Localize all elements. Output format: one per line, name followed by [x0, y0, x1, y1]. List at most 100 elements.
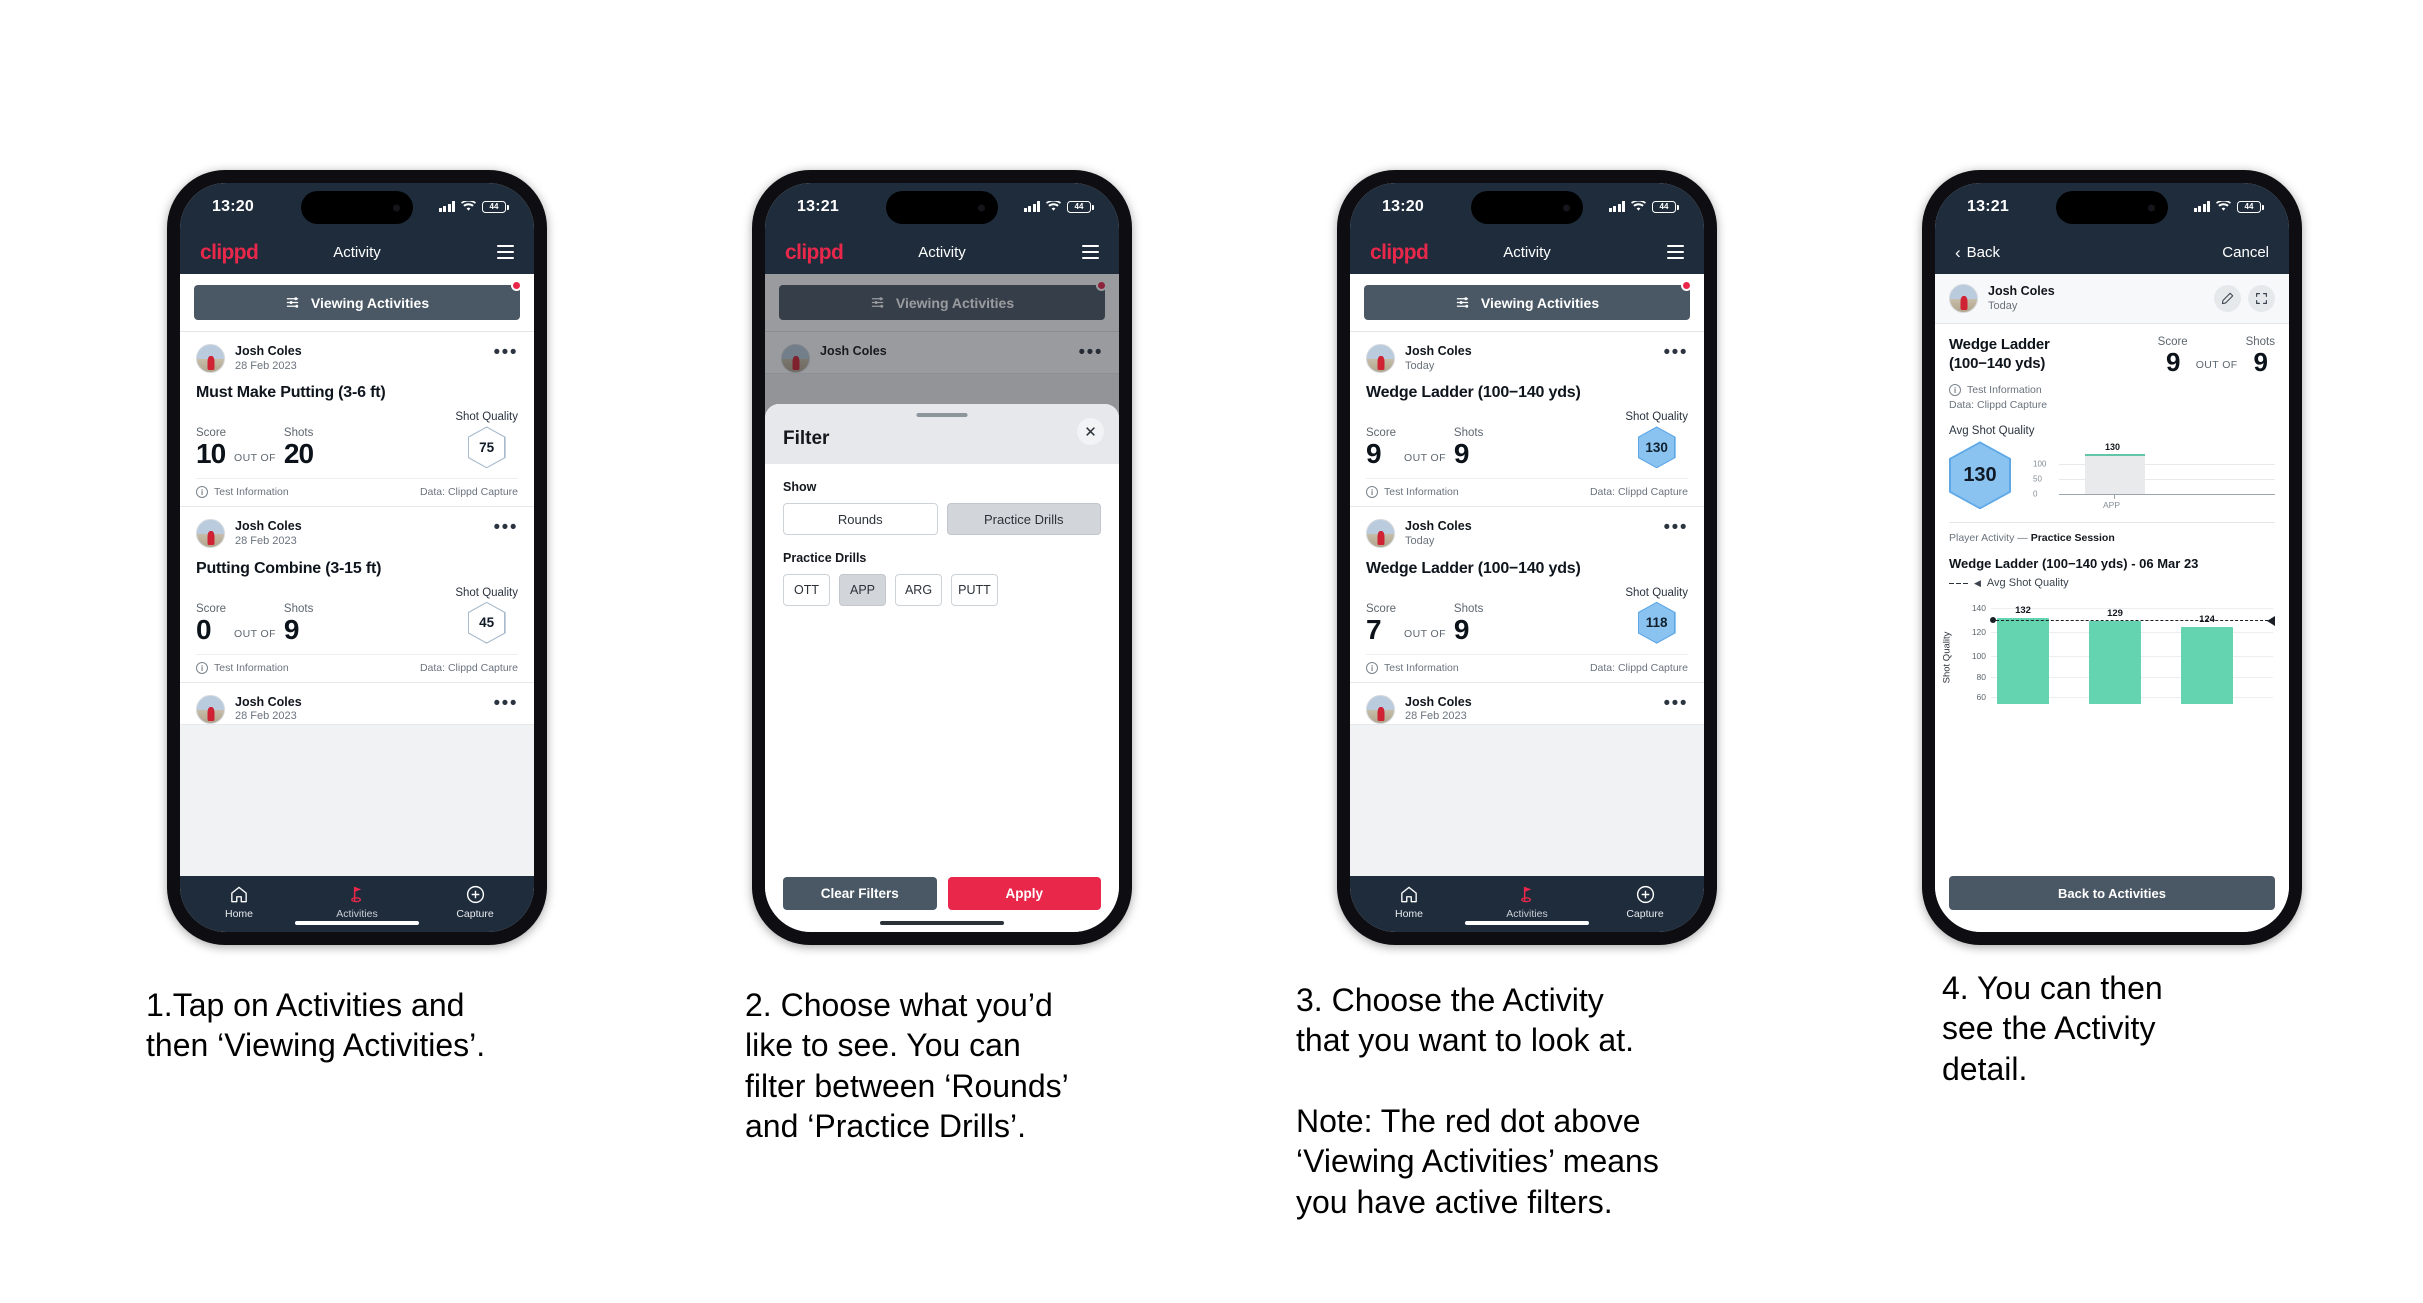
sheet-grabber[interactable] — [916, 413, 968, 417]
show-label: Show — [783, 480, 817, 494]
tab-home[interactable]: Home — [1350, 885, 1468, 920]
score-value: 7 — [1366, 613, 1382, 645]
wifi-icon — [1631, 201, 1646, 212]
card-header: Josh Coles 28 Feb 2023 ••• — [196, 518, 518, 549]
home-icon — [1400, 885, 1418, 905]
status-bar: 13:20 44 — [1350, 183, 1704, 230]
active-filter-dot — [511, 280, 522, 291]
activity-card[interactable]: Josh Coles Today ••• Wedge Ladder (100−1… — [1350, 507, 1704, 683]
shot-quality-hexagon: 130 — [1637, 426, 1676, 469]
tab-capture[interactable]: Capture — [416, 885, 534, 920]
test-information[interactable]: i Test Information — [1366, 486, 1459, 499]
avg-shot-quality-label: Avg Shot Quality — [1949, 425, 2035, 438]
status-bar: 13:21 44 — [765, 183, 1119, 230]
pencil-icon[interactable] — [2214, 285, 2241, 313]
test-information[interactable]: i Test Information — [1949, 384, 2275, 397]
menu-icon[interactable] — [497, 245, 514, 259]
activity-card[interactable]: Josh Coles Today ••• Wedge Ladder (100−1… — [1350, 332, 1704, 508]
menu-icon[interactable] — [1667, 245, 1684, 259]
tab-activities[interactable]: Activities — [1468, 885, 1586, 920]
activity-card[interactable]: Josh Coles 28 Feb 2023 ••• Putting Combi… — [180, 507, 534, 683]
card-options-icon[interactable]: ••• — [494, 518, 518, 538]
user-name: Josh Coles — [235, 344, 302, 358]
card-options-icon[interactable]: ••• — [1664, 518, 1688, 538]
test-information[interactable]: i Test Information — [196, 661, 289, 674]
detail-nav-bar: ‹ Back Cancel — [1935, 230, 2289, 274]
clear-filters-button[interactable]: Clear Filters — [783, 877, 937, 910]
player-activity-prefix: Player Activity — — [1949, 532, 2031, 545]
user-name: Josh Coles — [235, 519, 302, 534]
chart-legend: ◀ Avg Shot Quality — [1949, 577, 2275, 589]
expand-icon[interactable] — [2248, 285, 2275, 313]
dynamic-island — [301, 191, 413, 224]
detail-title: Wedge Ladder (100−140 yds) — [1949, 336, 2050, 373]
cancel-button[interactable]: Cancel — [2222, 244, 2269, 261]
back-button[interactable]: ‹ Back — [1955, 244, 2000, 261]
activity-card[interactable]: Josh Coles 28 Feb 2023 ••• — [180, 682, 534, 726]
status-indicators: 44 — [1023, 200, 1094, 213]
detail-summary-row: Wedge Ladder (100−140 yds) Score 9 OUT O… — [1949, 336, 2275, 375]
menu-icon[interactable] — [1082, 245, 1099, 259]
clippd-logo: clippd — [200, 240, 259, 264]
filter-option-putt[interactable]: PUTT — [951, 574, 998, 606]
wifi-icon — [2216, 201, 2231, 212]
close-icon[interactable]: ✕ — [1077, 418, 1104, 445]
out-of-label: OUT OF — [234, 627, 276, 640]
clippd-logo: clippd — [785, 240, 844, 264]
tab-capture-label: Capture — [456, 907, 494, 920]
filter-option-rounds[interactable]: Rounds — [783, 503, 938, 535]
status-time: 13:20 — [1382, 197, 1424, 215]
shots-value: 9 — [283, 613, 300, 645]
activity-title: Wedge Ladder (100−140 yds) — [1366, 559, 1581, 577]
test-information[interactable]: i Test Information — [196, 486, 289, 499]
activity-card[interactable]: Josh Coles 28 Feb 2023 ••• — [1350, 682, 1704, 726]
card-user: Josh Coles Today — [1405, 519, 1472, 548]
avg-line-start-dot — [1990, 617, 1996, 624]
test-information[interactable]: i Test Information — [1366, 661, 1459, 674]
card-user: Josh Coles 28 Feb 2023 — [1405, 695, 1472, 724]
tab-home[interactable]: Home — [180, 885, 298, 920]
tab-capture-label: Capture — [1626, 907, 1664, 920]
y-tick-120: 120 — [1971, 627, 1986, 638]
activity-date: 28 Feb 2023 — [235, 710, 297, 723]
filter-option-app[interactable]: APP — [839, 574, 886, 606]
shots-label: Shots — [283, 602, 314, 615]
card-options-icon[interactable]: ••• — [494, 693, 518, 713]
activities-scroll-area: Viewing Activities Josh Coles Today ••• … — [1350, 274, 1704, 876]
out-of-label: OUT OF — [1404, 452, 1446, 465]
activity-card[interactable]: Josh Coles 28 Feb 2023 ••• Must Make Put… — [180, 332, 534, 508]
cellular-signal-icon — [2193, 201, 2210, 212]
card-user: Josh Coles 28 Feb 2023 — [235, 344, 302, 373]
card-options-icon[interactable]: ••• — [494, 343, 518, 363]
tab-capture[interactable]: Capture — [1586, 885, 1704, 920]
viewing-activities-button[interactable]: Viewing Activities — [194, 285, 520, 320]
data-source-label: Data: Clippd Capture — [419, 661, 518, 674]
shot-quality-label: Shot Quality — [1625, 411, 1688, 424]
filter-option-arg[interactable]: ARG — [895, 574, 942, 606]
back-to-activities-button[interactable]: Back to Activities — [1949, 876, 2275, 910]
card-options-icon[interactable]: ••• — [1664, 693, 1688, 713]
app-header: clippd Activity — [180, 230, 534, 274]
filter-sheet: Filter ✕ Show Rounds Practice Drills Pra… — [765, 404, 1119, 932]
avg-shot-quality-row: 130 100 50 0 130 APP — [1949, 441, 2275, 511]
card-stats: Score 7 OUT OF Shots 9 Shot Quality 118 — [1366, 587, 1688, 654]
shot-quality-label: Shot Quality — [1625, 586, 1688, 599]
data-source-label: Data: Clippd Capture — [1589, 661, 1688, 674]
sliders-icon — [1456, 297, 1469, 308]
viewing-activities-button[interactable]: Viewing Activities — [1364, 285, 1690, 320]
filter-option-ott[interactable]: OTT — [783, 574, 830, 606]
wifi-icon — [461, 201, 476, 212]
tab-activities-label: Activities — [336, 907, 378, 920]
score-value: 9 — [1366, 438, 1382, 470]
phone-3-screen: 13:20 44 clippd Activity Viewing Activit… — [1350, 183, 1704, 932]
card-options-icon[interactable]: ••• — [1664, 343, 1688, 363]
cellular-signal-icon — [1023, 201, 1040, 212]
tab-activities[interactable]: Activities — [298, 885, 416, 920]
apply-button[interactable]: Apply — [947, 877, 1101, 910]
x-label-app: APP — [2103, 500, 2121, 511]
battery-level: 44 — [489, 201, 499, 211]
filter-option-practice-drills[interactable]: Practice Drills — [946, 503, 1101, 535]
plus-circle-icon — [466, 885, 485, 905]
sliders-icon — [286, 297, 299, 308]
phone-4-activity-detail: 13:21 44 ‹ Back Cancel Josh Coles Today … — [1922, 170, 2302, 945]
